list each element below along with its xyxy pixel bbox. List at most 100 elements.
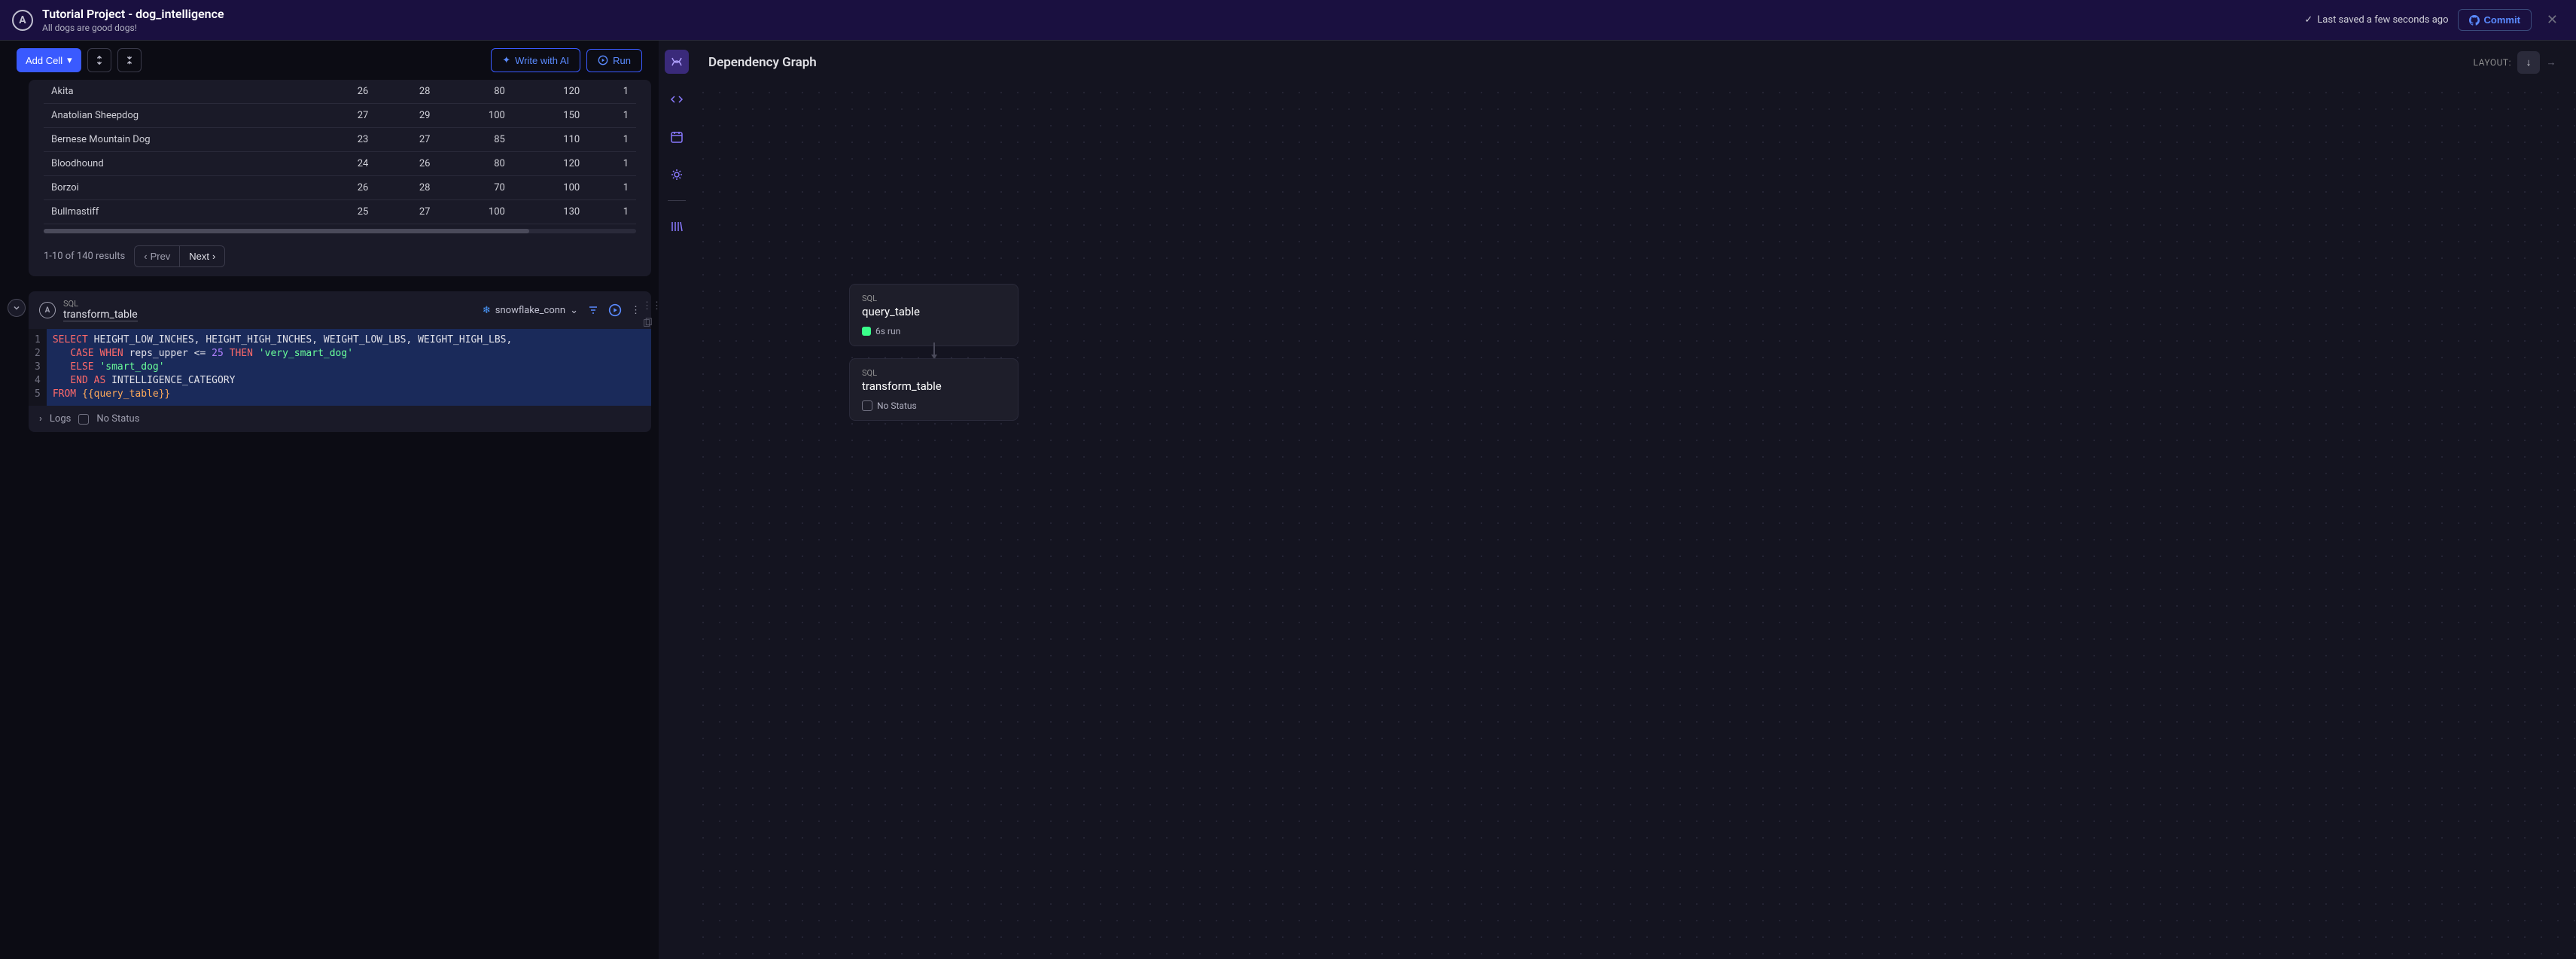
app-logo: A <box>12 10 33 31</box>
table-cell: 100 <box>437 104 512 128</box>
chevron-left-icon: ‹ <box>144 251 147 262</box>
expand-vertical-button[interactable] <box>117 48 142 72</box>
table-cell: 26 <box>314 80 376 104</box>
copy-cell-button[interactable] <box>642 318 651 328</box>
close-icon[interactable]: ✕ <box>2541 9 2564 31</box>
table-row[interactable]: Borzoi2628701001 <box>44 176 636 200</box>
cell-collapse-toggle[interactable] <box>8 299 26 317</box>
graph-node-transform-table[interactable]: SQL transform_table No Status <box>849 358 1019 421</box>
cell-menu-button[interactable]: ⋮ <box>631 305 641 316</box>
table-cell: 80 <box>437 152 512 176</box>
graph-canvas[interactable]: SQL query_table 6s run SQL transform_tab… <box>695 84 2576 959</box>
node-status-text: No Status <box>877 400 917 411</box>
table-cell: Bullmastiff <box>44 200 314 224</box>
scrollbar-thumb[interactable] <box>44 229 529 233</box>
dependency-pane: Dependency Graph LAYOUT: ↓ → SQL query_t… <box>695 41 2576 959</box>
status-checkbox <box>78 414 89 425</box>
connection-selector[interactable]: ❄ snowflake_conn ⌄ <box>483 305 578 316</box>
connection-name: snowflake_conn <box>495 305 565 316</box>
write-with-ai-button[interactable]: ✦ Write with AI <box>491 48 580 72</box>
results-table-card: Akita2628801201Anatolian Sheepdog2729100… <box>29 80 651 276</box>
run-cell-button[interactable] <box>608 303 622 317</box>
add-cell-button[interactable]: Add Cell ▾ <box>17 48 81 72</box>
table-row[interactable]: Bloodhound2426801201 <box>44 152 636 176</box>
table-cell: 26 <box>314 176 376 200</box>
next-button[interactable]: Next › <box>179 245 225 267</box>
prev-button[interactable]: ‹ Prev <box>134 245 180 267</box>
chevron-right-icon: › <box>212 251 215 262</box>
sql-cell: A SQL transform_table ❄ snowflake_conn ⌄ <box>29 291 651 432</box>
table-cell: Bloodhound <box>44 152 314 176</box>
table-cell: 1 <box>587 152 636 176</box>
table-cell: Akita <box>44 80 314 104</box>
node-kind: SQL <box>862 294 1006 303</box>
chevron-down-icon: ⌄ <box>570 305 578 316</box>
table-cell: 27 <box>376 200 437 224</box>
drag-handle[interactable]: ⋮⋮ <box>642 300 651 312</box>
rail-code-button[interactable] <box>665 87 689 111</box>
table-cell: 23 <box>314 128 376 152</box>
line-numbers: 12345 <box>29 329 47 406</box>
dependency-header: Dependency Graph LAYOUT: ↓ → <box>695 41 2576 84</box>
table-cell: 80 <box>437 80 512 104</box>
run-label: Run <box>613 55 631 66</box>
table-cell: 1 <box>587 176 636 200</box>
node-name: query_table <box>862 305 1006 318</box>
dependency-title: Dependency Graph <box>708 55 2474 70</box>
table-row[interactable]: Bernese Mountain Dog2327851101 <box>44 128 636 152</box>
calendar-icon <box>670 130 684 144</box>
table-cell: 110 <box>513 128 587 152</box>
logs-label[interactable]: Logs <box>50 413 71 425</box>
write-ai-label: Write with AI <box>515 55 569 66</box>
table-cell: 100 <box>513 176 587 200</box>
status-text: No Status <box>96 413 139 425</box>
expand-icon <box>124 55 135 65</box>
github-icon <box>2469 15 2480 26</box>
table-row[interactable]: Akita2628801201 <box>44 80 636 104</box>
horizontal-scrollbar[interactable] <box>44 229 636 233</box>
layout-vertical-button[interactable]: ↓ <box>2517 51 2540 74</box>
cell-logo: A <box>39 302 56 318</box>
notebook-pane: Add Cell ▾ ✦ Write with AI Run <box>0 41 659 959</box>
filter-button[interactable] <box>587 304 599 316</box>
run-button[interactable]: Run <box>586 49 642 72</box>
graph-node-query-table[interactable]: SQL query_table 6s run <box>849 284 1019 346</box>
code-lines[interactable]: SELECT HEIGHT_LOW_INCHES, HEIGHT_HIGH_IN… <box>47 329 651 406</box>
code-editor[interactable]: 12345 SELECT HEIGHT_LOW_INCHES, HEIGHT_H… <box>29 329 651 406</box>
rail-graph-button[interactable] <box>665 50 689 74</box>
table-cell: 28 <box>376 176 437 200</box>
code-icon <box>670 93 684 106</box>
collapse-vertical-button[interactable] <box>87 48 111 72</box>
status-indicator-none <box>862 400 872 411</box>
cell-header: A SQL transform_table ❄ snowflake_conn ⌄ <box>29 291 651 329</box>
table-cell: Anatolian Sheepdog <box>44 104 314 128</box>
logs-toggle[interactable]: › <box>39 413 42 425</box>
rail-library-button[interactable] <box>665 215 689 239</box>
rail-settings-button[interactable] <box>665 163 689 187</box>
table-cell: 1 <box>587 128 636 152</box>
table-cell: Borzoi <box>44 176 314 200</box>
project-title: Tutorial Project - dog_intelligence <box>42 7 2304 21</box>
rail-schedule-button[interactable] <box>665 125 689 149</box>
collapse-icon <box>94 55 105 65</box>
cell-name[interactable]: transform_table <box>63 309 138 321</box>
table-row[interactable]: Bullmastiff25271001301 <box>44 200 636 224</box>
layout-label: LAYOUT: <box>2474 57 2512 68</box>
snowflake-icon: ❄ <box>483 305 491 316</box>
project-subtitle: All dogs are good dogs! <box>42 23 2304 33</box>
table-cell: Bernese Mountain Dog <box>44 128 314 152</box>
table-cell: 27 <box>376 128 437 152</box>
commit-label: Commit <box>2484 14 2520 26</box>
layout-horizontal-button[interactable]: → <box>2540 51 2562 74</box>
commit-button[interactable]: Commit <box>2458 9 2532 31</box>
side-rail <box>659 41 695 959</box>
table-cell: 70 <box>437 176 512 200</box>
save-status: ✓ Last saved a few seconds ago <box>2304 14 2448 26</box>
play-circle-icon <box>608 303 622 317</box>
table-row[interactable]: Anatolian Sheepdog27291001501 <box>44 104 636 128</box>
graph-edge <box>933 342 935 356</box>
pagination: 1-10 of 140 results ‹ Prev Next › <box>44 238 636 267</box>
table-cell: 100 <box>437 200 512 224</box>
table-cell: 85 <box>437 128 512 152</box>
table-cell: 28 <box>376 80 437 104</box>
